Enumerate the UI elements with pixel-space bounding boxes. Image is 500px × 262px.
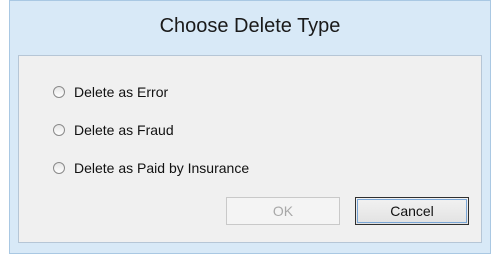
option-delete-as-fraud[interactable]: Delete as Fraud <box>53 122 174 138</box>
dialog-title: Choose Delete Type <box>159 15 341 37</box>
option-label: Delete as Fraud <box>74 122 174 138</box>
radio-button[interactable] <box>53 86 65 98</box>
cancel-button[interactable]: Cancel <box>355 197 469 225</box>
option-label: Delete as Paid by Insurance <box>74 160 250 176</box>
option-delete-as-paid-by-insurance[interactable]: Delete as Paid by Insurance <box>53 160 249 176</box>
radio-button[interactable] <box>53 124 65 136</box>
option-delete-as-error[interactable]: Delete as Error <box>53 84 168 100</box>
option-label: Delete as Error <box>74 84 169 100</box>
ok-button[interactable]: OK <box>226 197 340 225</box>
dialog-content: Delete as Error Delete as Fraud Delete a… <box>18 55 482 243</box>
delete-type-dialog: Choose Delete Type Delete as Error Delet… <box>9 0 491 254</box>
radio-button[interactable] <box>53 162 65 174</box>
